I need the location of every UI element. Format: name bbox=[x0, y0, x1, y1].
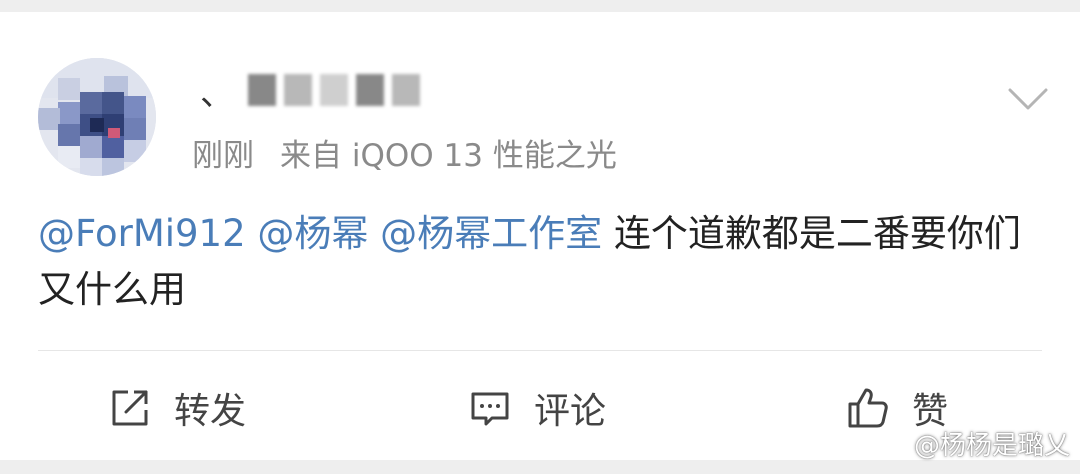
mention-link[interactable]: @杨幂工作室 bbox=[380, 212, 602, 255]
thumbs-up-icon bbox=[848, 388, 888, 428]
redacted-name-block bbox=[356, 74, 384, 106]
redacted-name-block bbox=[320, 74, 348, 106]
comment-label: 评论 bbox=[534, 391, 607, 432]
redacted-name-block bbox=[248, 74, 276, 106]
comment-button[interactable]: 评论 bbox=[468, 372, 606, 444]
pixelated-avatar-image bbox=[38, 58, 156, 176]
divider bbox=[38, 350, 1042, 351]
weibo-post-card: 、 刚刚 来自 iQOO 13 性能之光 @ForMi912 @杨幂 @杨幂工作… bbox=[0, 12, 1080, 460]
post-time: 刚刚 bbox=[192, 138, 254, 174]
chevron-down-icon[interactable] bbox=[1000, 70, 1056, 126]
redacted-name-block bbox=[392, 74, 420, 106]
mention-link[interactable]: @ForMi912 bbox=[38, 212, 246, 255]
comment-icon bbox=[471, 392, 509, 426]
weibo-watermark: @杨杨是璐乂 bbox=[884, 425, 1070, 462]
redacted-name-block bbox=[284, 74, 312, 106]
post-content: @ForMi912 @杨幂 @杨幂工作室 连个道歉都是二番要你们又什么用 bbox=[38, 206, 1038, 318]
watermark-text: @杨杨是璐乂 bbox=[913, 431, 1070, 461]
post-source: 来自 iQOO 13 性能之光 bbox=[280, 138, 617, 174]
repost-button[interactable]: 转发 bbox=[108, 372, 246, 444]
post-meta: 刚刚 来自 iQOO 13 性能之光 bbox=[192, 130, 617, 175]
username[interactable]: 、 bbox=[200, 68, 420, 114]
mention-link[interactable]: @杨幂 bbox=[257, 212, 368, 255]
username-prefix: 、 bbox=[200, 73, 234, 114]
repost-label: 转发 bbox=[174, 391, 247, 432]
repost-icon bbox=[112, 390, 148, 426]
weibo-logo-icon bbox=[884, 433, 909, 454]
avatar[interactable] bbox=[38, 58, 156, 176]
